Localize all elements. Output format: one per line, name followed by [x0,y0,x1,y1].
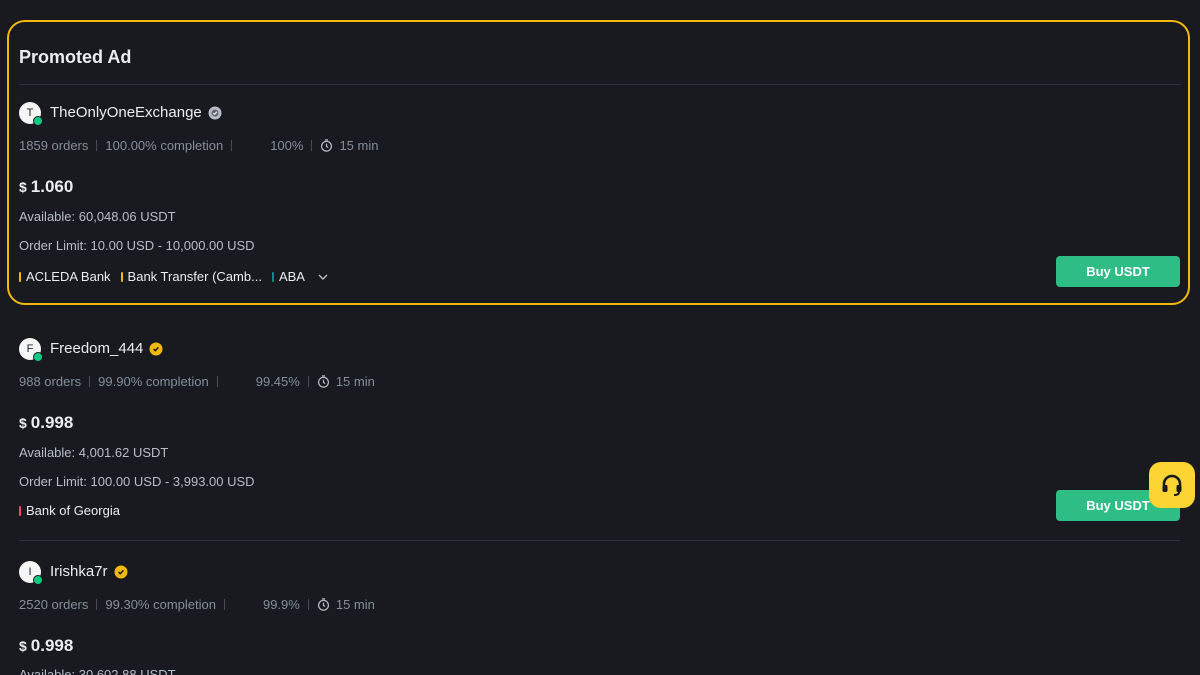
completion-rate: 99.90% completion [98,374,209,389]
payment-method-color-bar [19,505,21,516]
customer-support-button[interactable] [1149,462,1195,508]
promoted-ad-card [7,20,1190,305]
stats-separator [89,376,91,387]
chevron-down-icon[interactable] [317,271,329,283]
ad-price: $0.998 [19,636,73,656]
advertiser-name[interactable]: Irishka7r [50,563,108,580]
payment-time-limit: 15 min [335,597,375,612]
payment-method-color-bar [120,271,123,282]
order-limit: Order Limit: 10.00 USD - 10,000.00 USD [19,238,255,253]
stats-separator [307,599,309,610]
currency-symbol: $ [19,415,27,431]
advertiser-name-row: Freedom_444 [50,340,163,357]
payment-method-label: Bank Transfer (Camb... [127,269,262,284]
clock-icon [321,139,333,152]
payment-time-limit: 15 min [335,374,375,389]
payment-method-label: ABA [278,269,305,284]
avatar-letter: F [26,343,34,355]
advertiser-name-row: TheOnlyOneExchange [50,104,222,121]
stats-separator [216,376,218,387]
payment-method: ABA [271,269,305,284]
stats-separator [307,376,309,387]
completion-rate: 100.00% completion [105,138,224,153]
ad-price: $1.060 [19,177,73,197]
ad-price: $0.998 [19,413,73,433]
price-value: 0.998 [30,636,74,655]
verified-grey-badge-icon [208,106,222,119]
online-status-dot [33,575,43,585]
price-value: 1.060 [30,177,74,196]
buy-usdt-button[interactable]: Buy USDT [1056,256,1180,287]
order-limit: Order Limit: 100.00 USD - 3,993.00 USD [19,474,255,489]
payment-method: Bank Transfer (Camb... [120,269,262,284]
headset-icon [1162,474,1182,496]
verified-gold-badge-icon [149,342,163,355]
avatar[interactable]: T [19,102,43,126]
advertiser-name[interactable]: Freedom_444 [50,340,143,357]
payment-methods: Bank of Georgia [19,503,130,518]
available-amount: Available: 4,001.62 USDT [19,445,169,460]
avatar[interactable]: F [19,338,43,362]
clock-icon [317,598,329,611]
advertiser-name[interactable]: TheOnlyOneExchange [50,104,202,121]
price-value: 0.998 [30,413,74,432]
stats-separator [223,599,225,610]
row-divider [19,540,1180,541]
promoted-ad-title: Promoted Ad [19,47,132,67]
promoted-ad-divider [19,84,1181,85]
currency-symbol: $ [19,638,27,654]
clock-icon [317,375,329,388]
stats-separator [96,140,98,151]
p2p-ad-list: Promoted Ad T TheOnlyOneExchange 1859 or… [0,0,1200,675]
payment-methods: ACLEDA Bank Bank Transfer (Camb... ABA [19,269,329,284]
avatar-letter: I [28,566,32,578]
online-status-dot [33,116,43,126]
online-status-dot [33,352,43,362]
advertiser-stats: 2520 orders 99.30% completion 99.9% 15 m… [19,597,375,612]
stats-separator [231,140,233,151]
avatar[interactable]: I [19,561,43,585]
payment-method-color-bar [271,271,274,282]
advertiser-stats: 988 orders 99.90% completion 99.45% 15 m… [19,374,375,389]
positive-rating: 99.9% [262,597,300,612]
completion-rate: 99.30% completion [105,597,216,612]
stats-separator [311,140,313,151]
payment-method: Bank of Georgia [19,503,120,518]
available-amount: Available: 60,048.06 USDT [19,209,176,224]
order-count: 1859 orders [19,138,89,153]
order-count: 988 orders [19,374,82,389]
avatar-letter: T [26,107,34,119]
payment-time-limit: 15 min [339,138,379,153]
payment-method-label: ACLEDA Bank [26,269,111,284]
available-amount: Available: 30,602.88 USDT [19,667,176,675]
payment-method: ACLEDA Bank [19,269,111,284]
order-count: 2520 orders [19,597,89,612]
currency-symbol: $ [19,179,27,195]
positive-rating: 99.45% [255,374,300,389]
verified-gold-badge-icon [114,565,128,578]
positive-rating: 100% [270,138,304,153]
payment-method-label: Bank of Georgia [26,503,120,518]
payment-method-color-bar [19,271,21,282]
advertiser-name-row: Irishka7r [50,563,128,580]
stats-separator [96,599,98,610]
advertiser-stats: 1859 orders 100.00% completion 100% 15 m… [19,138,378,153]
